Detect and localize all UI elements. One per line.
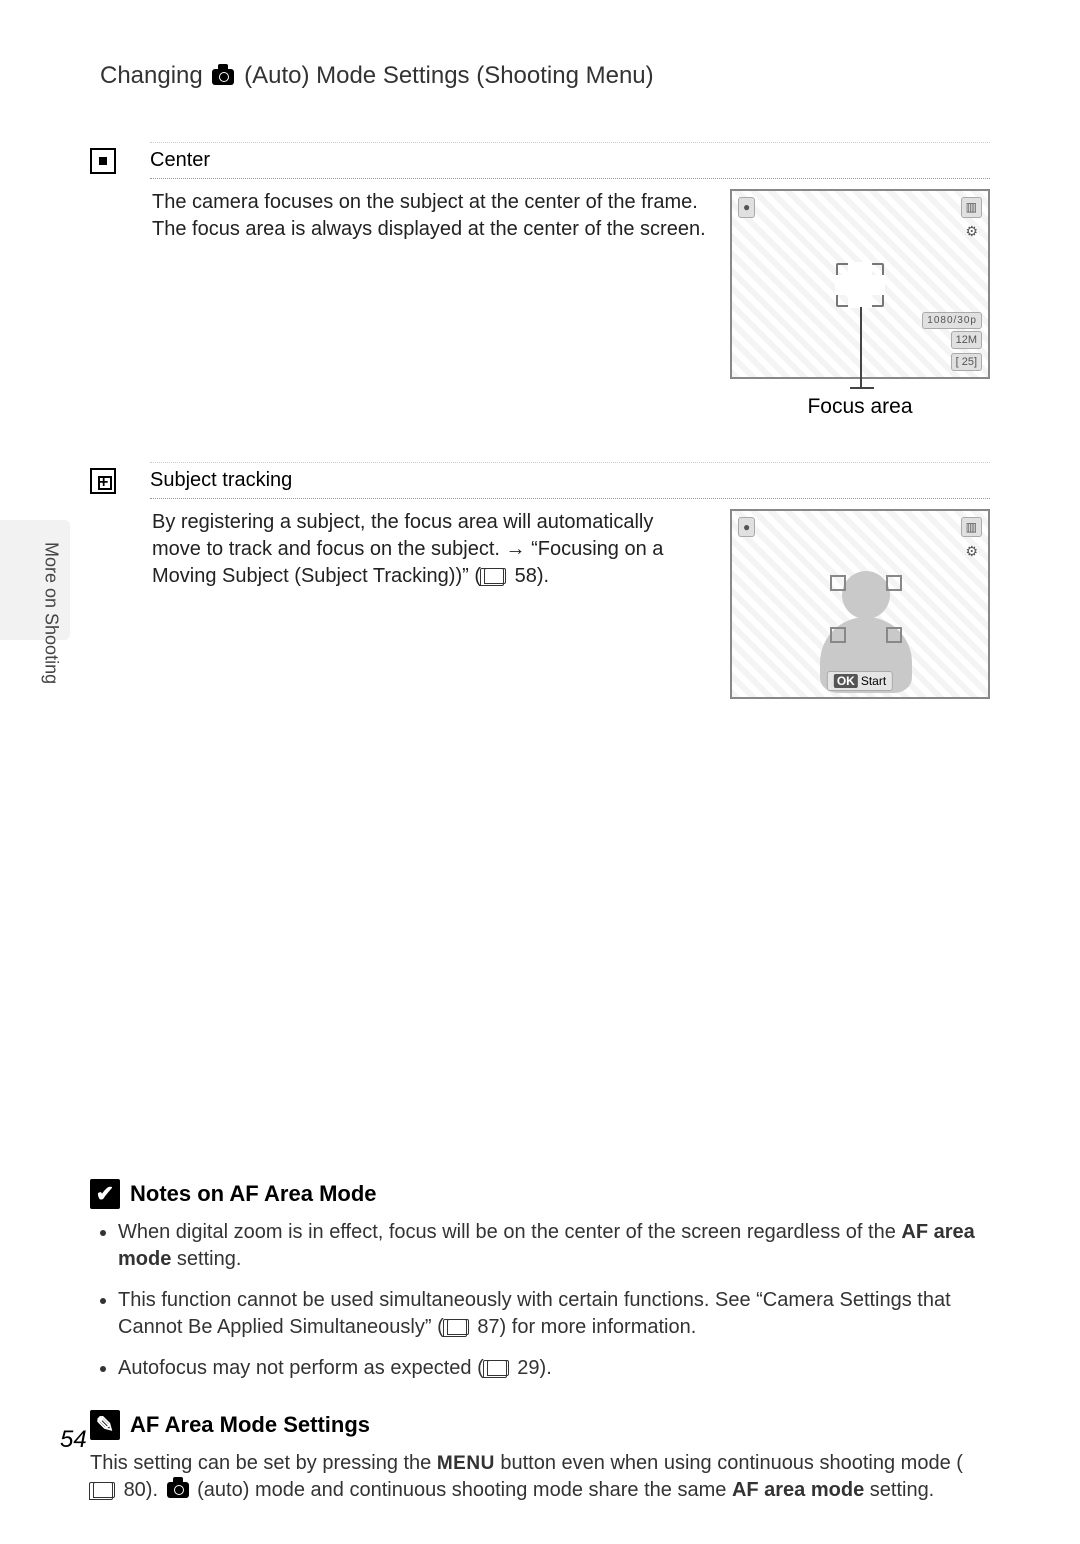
tip-t2: button even when using continuous shooti… — [495, 1452, 963, 1474]
page-header: Changing (Auto) Mode Settings (Shooting … — [100, 60, 990, 92]
page-ref-icon — [484, 568, 506, 584]
header-suffix: (Auto) Mode Settings (Shooting Menu) — [244, 62, 654, 89]
menu-label: MENU — [437, 1453, 495, 1474]
tip-t3: (auto) mode and continuous shooting mode… — [192, 1479, 732, 1501]
tracking-text: By registering a subject, the focus area… — [152, 511, 663, 587]
caution-icon: ✔ — [90, 1179, 120, 1209]
ok-start-badge: OKStart — [827, 671, 893, 691]
page-content: Changing (Auto) Mode Settings (Shooting … — [0, 0, 1080, 1544]
tip-title: AF Area Mode Settings — [130, 1410, 370, 1440]
page-number: 54 — [60, 1424, 87, 1456]
page-ref-icon — [487, 1360, 509, 1376]
notes-block: ✔ Notes on AF Area Mode When digital zoo… — [90, 1179, 990, 1382]
tip-t1: This setting can be set by pressing the — [90, 1452, 437, 1474]
note-item-1: When digital zoom is in effect, focus wi… — [118, 1219, 990, 1273]
entry-tracking: Subject tracking By registering a subjec… — [90, 462, 990, 699]
center-text-1: The camera focuses on the subject at the… — [152, 191, 698, 213]
camera-icon — [212, 69, 234, 85]
screen-caption-center: Focus area — [730, 393, 990, 421]
header-prefix: Changing — [100, 62, 203, 89]
settings-icon: ⚙ — [961, 221, 982, 242]
note3-b: 29). — [517, 1357, 551, 1379]
mode-indicator-icon: ● — [738, 517, 755, 537]
tip-block: ✎ AF Area Mode Settings This setting can… — [90, 1410, 990, 1504]
tracking-ref-num: 58). — [515, 565, 549, 587]
entry-center: Center The camera focuses on the subject… — [90, 142, 990, 421]
mode-indicator-icon: ● — [738, 197, 755, 217]
screen-preview-tracking: ● ▥ ⚙ OKStart — [730, 509, 990, 699]
note2-b: 87) for more information. — [477, 1316, 696, 1338]
battery-icon: ▥ — [961, 197, 982, 217]
note1-a: When digital zoom is in effect, focus wi… — [118, 1221, 901, 1243]
notes-title: Notes on AF Area Mode — [130, 1179, 377, 1209]
note-item-3: Autofocus may not perform as expected ( … — [118, 1355, 990, 1382]
tip-t2ref: 80). — [124, 1479, 164, 1501]
camera-icon — [167, 1482, 189, 1498]
entry-tracking-title: Subject tracking — [150, 462, 990, 499]
tip-text: This setting can be set by pressing the … — [90, 1450, 990, 1504]
page-ref-icon — [93, 1482, 115, 1498]
note-item-2: This function cannot be used simultaneou… — [118, 1287, 990, 1341]
ok-label: OK — [834, 674, 858, 688]
subject-head-icon — [842, 571, 890, 619]
page-ref-icon — [447, 1319, 469, 1335]
focus-bracket-icon — [836, 263, 884, 307]
settings-icon: ⚙ — [961, 541, 982, 562]
note3-a: Autofocus may not perform as expected ( — [118, 1357, 484, 1379]
notes-list: When digital zoom is in effect, focus wi… — [118, 1219, 990, 1382]
tracking-mode-icon — [90, 468, 116, 494]
movie-res-badge: 1080/30p — [922, 312, 982, 330]
image-size-badge: 12M — [951, 331, 982, 350]
callout-line — [860, 307, 862, 387]
tip-t4: setting. — [864, 1479, 934, 1501]
start-label: Start — [861, 674, 886, 688]
center-mode-icon — [90, 148, 116, 174]
center-text-2: The focus area is always displayed at th… — [152, 218, 706, 240]
callout-tick — [850, 387, 874, 389]
side-tab-label: More on Shooting — [35, 530, 67, 696]
shots-remaining-badge: [ 25] — [951, 353, 982, 372]
entry-center-title: Center — [150, 142, 990, 179]
tip-icon: ✎ — [90, 1410, 120, 1440]
note1-c: setting. — [171, 1248, 241, 1270]
screen-preview-center: ● ▥ ⚙ 1080/30p 12M [ 25] — [730, 189, 990, 379]
tip-bold: AF area mode — [732, 1479, 864, 1501]
battery-icon: ▥ — [961, 517, 982, 537]
